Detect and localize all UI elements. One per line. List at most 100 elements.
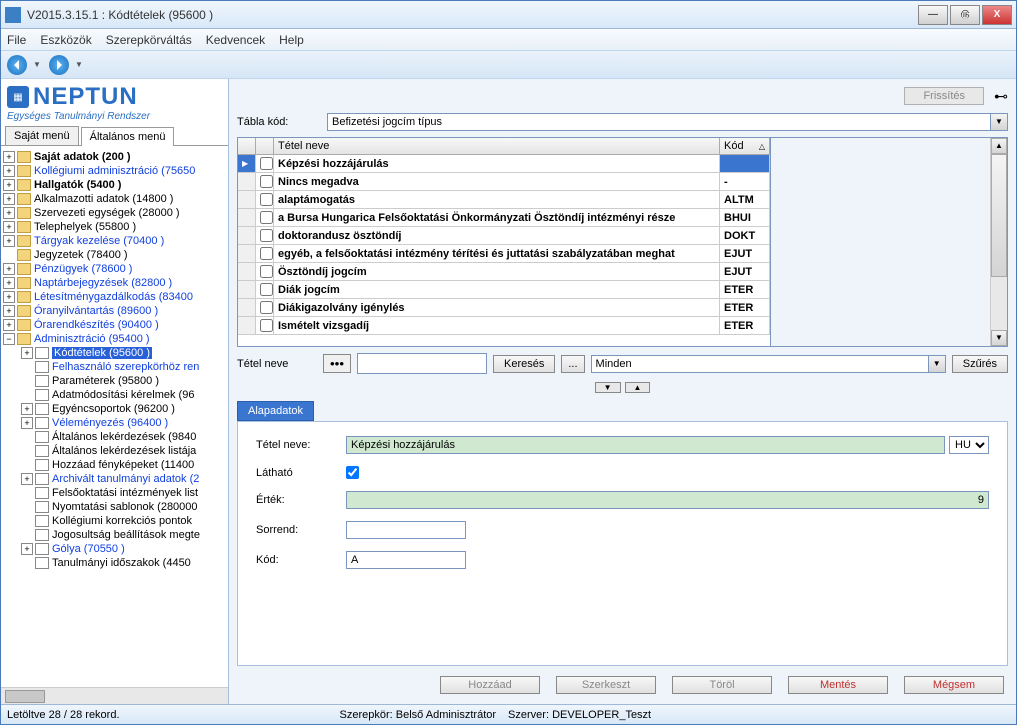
nav-tree[interactable]: +Saját adatok (200 ) +Kollégiumi adminis… bbox=[1, 146, 228, 687]
minimize-button[interactable]: — bbox=[918, 5, 948, 25]
nav-back-dropdown[interactable]: ▼ bbox=[33, 60, 43, 69]
lang-select[interactable]: HU bbox=[949, 436, 989, 454]
table-row[interactable]: alaptámogatásALTM bbox=[238, 191, 770, 209]
tab-own-menu[interactable]: Saját menü bbox=[5, 126, 79, 145]
row-checkbox[interactable] bbox=[260, 193, 273, 206]
tree-item[interactable]: Létesítménygazdálkodás (83400 bbox=[34, 291, 193, 303]
collapse-down-icon[interactable]: ▼ bbox=[595, 382, 621, 393]
row-checkbox[interactable] bbox=[260, 211, 273, 224]
table-row[interactable]: Ösztöndíj jogcímEJUT bbox=[238, 263, 770, 281]
menu-help[interactable]: Help bbox=[279, 33, 304, 47]
row-checkbox[interactable] bbox=[260, 175, 273, 188]
expand-icon[interactable]: + bbox=[3, 165, 15, 177]
table-row[interactable]: Ismételt vizsgadíjETER bbox=[238, 317, 770, 335]
row-checkbox[interactable] bbox=[260, 283, 273, 296]
expand-icon[interactable]: + bbox=[3, 193, 15, 205]
tree-item[interactable]: Naptárbejegyzések (82800 ) bbox=[34, 277, 172, 289]
tree-item[interactable]: Adminisztráció (95400 ) bbox=[34, 333, 150, 345]
tree-item[interactable]: Pénzügyek (78600 ) bbox=[34, 263, 132, 275]
edit-button[interactable]: Szerkeszt bbox=[556, 676, 656, 694]
expand-icon[interactable]: + bbox=[3, 151, 15, 163]
expand-icon[interactable]: + bbox=[3, 291, 15, 303]
chevron-down-icon[interactable]: ▼ bbox=[929, 355, 946, 373]
menu-favorites[interactable]: Kedvencek bbox=[206, 33, 265, 47]
tree-item[interactable]: Általános lekérdezések (9840 bbox=[52, 431, 196, 443]
nav-back-button[interactable] bbox=[7, 55, 27, 75]
table-row[interactable]: Képzési hozzájárulás bbox=[238, 155, 770, 173]
search-button[interactable]: Keresés bbox=[493, 355, 555, 373]
tree-item[interactable]: Paraméterek (95800 ) bbox=[52, 375, 159, 387]
tree-item[interactable]: Jegyzetek (78400 ) bbox=[34, 249, 128, 261]
collapse-up-icon[interactable]: ▲ bbox=[625, 382, 651, 393]
save-button[interactable]: Mentés bbox=[788, 676, 888, 694]
tree-item[interactable]: Felsőoktatási intézmények list bbox=[52, 487, 198, 499]
tab-alapadatok[interactable]: Alapadatok bbox=[237, 401, 314, 421]
tree-item[interactable]: Alkalmazotti adatok (14800 ) bbox=[34, 193, 173, 205]
scroll-down-icon[interactable]: ▼ bbox=[991, 330, 1007, 346]
tree-item[interactable]: Kollégiumi adminisztráció (75650 bbox=[34, 165, 195, 177]
table-row[interactable]: doktorandusz ösztöndíjDOKT bbox=[238, 227, 770, 245]
col-checkbox[interactable] bbox=[256, 138, 274, 154]
browse-button[interactable]: ... bbox=[561, 355, 584, 373]
filter-button[interactable]: Szűrés bbox=[952, 355, 1008, 373]
tree-item[interactable]: Gólya (70550 ) bbox=[52, 543, 125, 555]
menu-tools[interactable]: Eszközök bbox=[40, 33, 91, 47]
menu-file[interactable]: File bbox=[7, 33, 26, 47]
cancel-button[interactable]: Mégsem bbox=[904, 676, 1004, 694]
expand-icon[interactable]: + bbox=[21, 417, 33, 429]
detail-visible-checkbox[interactable] bbox=[346, 466, 359, 479]
row-checkbox[interactable] bbox=[260, 301, 273, 314]
tree-item[interactable]: Hallgatók (5400 ) bbox=[34, 179, 121, 191]
search-input[interactable] bbox=[357, 353, 487, 374]
col-name[interactable]: Tétel neve bbox=[274, 138, 720, 154]
tree-item[interactable]: Általános lekérdezések listája bbox=[52, 445, 196, 457]
splitter[interactable]: ▼ ▲ bbox=[237, 382, 1008, 393]
scroll-thumb[interactable] bbox=[991, 154, 1007, 277]
expand-icon[interactable]: + bbox=[3, 263, 15, 275]
expand-icon[interactable]: + bbox=[21, 347, 33, 359]
detail-name-field[interactable] bbox=[346, 436, 945, 454]
tree-item[interactable]: Tanulmányi időszakok (4450 bbox=[52, 557, 191, 569]
filter-combo[interactable] bbox=[591, 355, 929, 373]
detail-code-field[interactable] bbox=[346, 551, 466, 569]
field-picker-button[interactable]: ••• bbox=[323, 354, 351, 373]
tree-item[interactable]: Nyomtatási sablonok (280000 bbox=[52, 501, 198, 513]
detail-order-field[interactable] bbox=[346, 521, 466, 539]
row-checkbox[interactable] bbox=[260, 157, 273, 170]
delete-button[interactable]: Töröl bbox=[672, 676, 772, 694]
collapse-icon[interactable]: − bbox=[3, 333, 15, 345]
chevron-down-icon[interactable]: ▼ bbox=[991, 113, 1008, 131]
menu-roleswitch[interactable]: Szerepkörváltás bbox=[106, 33, 192, 47]
scroll-up-icon[interactable]: ▲ bbox=[991, 138, 1007, 154]
row-checkbox[interactable] bbox=[260, 319, 273, 332]
tree-item-selected[interactable]: Kódtételek (95600 ) bbox=[52, 347, 152, 359]
row-checkbox[interactable] bbox=[260, 265, 273, 278]
row-checkbox[interactable] bbox=[260, 247, 273, 260]
tab-general-menu[interactable]: Általános menü bbox=[81, 127, 175, 146]
expand-icon[interactable]: + bbox=[21, 543, 33, 555]
detail-value-field[interactable] bbox=[346, 491, 989, 509]
tree-item[interactable]: Órarendkészítés (90400 ) bbox=[34, 319, 159, 331]
row-checkbox[interactable] bbox=[260, 229, 273, 242]
nav-forward-dropdown[interactable]: ▼ bbox=[75, 60, 85, 69]
tree-item[interactable]: Óranyilvántartás (89600 ) bbox=[34, 305, 158, 317]
table-row[interactable]: egyéb, a felsőoktatási intézmény térítés… bbox=[238, 245, 770, 263]
expand-icon[interactable]: + bbox=[21, 403, 33, 415]
table-row[interactable]: Nincs megadva- bbox=[238, 173, 770, 191]
grid-vscrollbar[interactable]: ▲ ▼ bbox=[990, 138, 1007, 346]
tree-item[interactable]: Adatmódosítási kérelmek (96 bbox=[52, 389, 194, 401]
tree-item[interactable]: Kollégiumi korrekciós pontok bbox=[52, 515, 192, 527]
tree-item[interactable]: Véleményezés (96400 ) bbox=[52, 417, 168, 429]
tree-item[interactable]: Egyéncsoportok (96200 ) bbox=[52, 403, 175, 415]
tree-item[interactable]: Archivált tanulmányi adatok (2 bbox=[52, 473, 199, 485]
table-row[interactable]: Diákigazolvány igénylésETER bbox=[238, 299, 770, 317]
tree-item[interactable]: Hozzáad fényképeket (11400 bbox=[52, 459, 194, 471]
refresh-button[interactable]: Frissítés bbox=[904, 87, 984, 105]
table-row[interactable]: Diák jogcímETER bbox=[238, 281, 770, 299]
expand-icon[interactable]: + bbox=[3, 179, 15, 191]
col-code[interactable]: Kód△ bbox=[720, 138, 770, 154]
expand-icon[interactable]: + bbox=[3, 207, 15, 219]
tree-hscrollbar[interactable] bbox=[1, 687, 228, 704]
expand-icon[interactable]: + bbox=[3, 305, 15, 317]
maximize-button[interactable]: ௫ bbox=[950, 5, 980, 25]
